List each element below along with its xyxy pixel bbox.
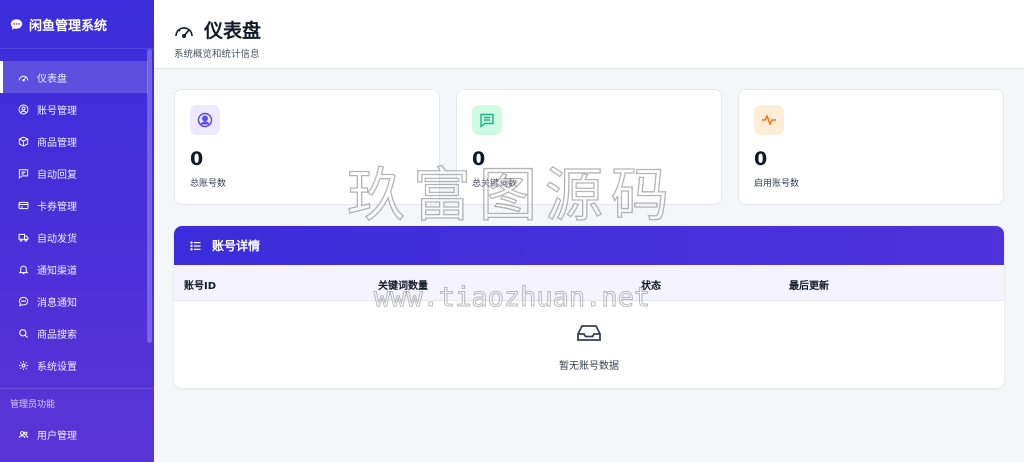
stat-card-keywords: 0 总关键词数 xyxy=(456,89,722,205)
gauge-icon xyxy=(175,26,193,38)
sidebar-item-users[interactable]: 用户管理 xyxy=(0,418,148,450)
box-icon xyxy=(18,135,29,147)
sidebar-nav: 仪表盘 账号管理 商品管理 自动回复 卡券管理 自动发货 通知渠道 消息通知 商… xyxy=(0,49,154,450)
sidebar-item-label: 用户管理 xyxy=(37,430,77,442)
sidebar: 闲鱼管理系统 仪表盘 账号管理 商品管理 自动回复 卡券管理 自动发货 通知渠道… xyxy=(0,0,154,462)
panel-title: 账号详情 xyxy=(212,239,261,253)
stat-card-active-accounts: 0 启用账号数 xyxy=(738,89,1004,205)
sidebar-item-auto-delivery[interactable]: 自动发货 xyxy=(0,221,148,253)
page-header: 仪表盘 系统概览和统计信息 xyxy=(154,0,1024,69)
sidebar-item-cards[interactable]: 卡券管理 xyxy=(0,189,148,221)
sidebar-item-label: 仪表盘 xyxy=(37,73,67,85)
column-last-updated[interactable]: 最后更新 xyxy=(789,277,829,292)
sidebar-scrollbar[interactable] xyxy=(147,49,152,343)
gear-icon xyxy=(19,360,28,370)
user-circle-icon xyxy=(197,112,213,128)
sidebar-item-accounts[interactable]: 账号管理 xyxy=(0,93,148,125)
stat-icon-box xyxy=(754,105,784,135)
column-account-id[interactable]: 账号ID xyxy=(184,277,216,292)
stat-value: 0 xyxy=(190,148,204,170)
chat-dots-icon xyxy=(18,296,29,306)
stat-value: 0 xyxy=(754,148,768,170)
chat-icon xyxy=(480,113,494,128)
stat-label: 总账号数 xyxy=(190,179,227,189)
sidebar-item-label: 通知渠道 xyxy=(37,265,77,277)
brand-name: 闲鱼管理系统 xyxy=(29,18,108,34)
account-details-panel: 账号详情 账号ID 关键词数量 状态 最后更新 暂无账号数据 xyxy=(174,226,1004,388)
page-title: 仪表盘 xyxy=(204,20,262,42)
sidebar-item-product-search[interactable]: 商品搜索 xyxy=(0,317,148,349)
stat-label: 启用账号数 xyxy=(754,179,800,189)
stat-card-accounts: 0 总账号数 xyxy=(174,89,440,205)
page-title-row: 仪表盘 xyxy=(174,16,1024,43)
bell-icon xyxy=(18,265,29,274)
message-square-icon xyxy=(18,168,29,179)
sidebar-item-products[interactable]: 商品管理 xyxy=(0,125,148,157)
panel-header: 账号详情 xyxy=(174,226,1004,265)
sidebar-section-admin: 管理员功能 xyxy=(10,400,56,410)
sidebar-item-label: 账号管理 xyxy=(37,105,77,117)
sidebar-item-settings[interactable]: 系统设置 xyxy=(0,349,148,381)
users-icon xyxy=(18,430,29,438)
sidebar-item-label: 商品搜索 xyxy=(37,329,77,341)
list-icon xyxy=(190,240,201,251)
search-icon xyxy=(19,328,28,338)
stat-icon-box xyxy=(472,105,502,135)
chat-bubble-icon xyxy=(10,18,23,30)
sidebar-item-dashboard[interactable]: 仪表盘 xyxy=(0,61,148,93)
pulse-icon xyxy=(762,114,776,126)
stat-value: 0 xyxy=(472,148,486,170)
sidebar-item-auto-reply[interactable]: 自动回复 xyxy=(0,157,148,189)
user-circle-icon xyxy=(18,104,29,114)
stat-icon-box xyxy=(190,105,220,135)
sidebar-item-label: 消息通知 xyxy=(37,297,77,309)
table-header: 账号ID 关键词数量 状态 最后更新 xyxy=(174,265,1004,301)
sidebar-item-label: 自动发货 xyxy=(37,233,77,245)
column-keyword-count[interactable]: 关键词数量 xyxy=(378,277,428,292)
credit-card-icon xyxy=(18,201,29,209)
sidebar-item-message-notify[interactable]: 消息通知 xyxy=(0,285,148,317)
stat-label: 总关键词数 xyxy=(472,179,518,189)
brand[interactable]: 闲鱼管理系统 xyxy=(0,0,154,49)
inbox-icon xyxy=(577,325,601,341)
sidebar-item-label: 系统设置 xyxy=(37,361,77,373)
sidebar-item-label: 卡券管理 xyxy=(37,201,77,213)
sidebar-item-label: 商品管理 xyxy=(37,137,77,149)
empty-state: 暂无账号数据 xyxy=(174,301,1004,372)
column-status[interactable]: 状态 xyxy=(641,277,661,292)
truck-icon xyxy=(18,233,29,242)
sidebar-item-notify-channels[interactable]: 通知渠道 xyxy=(0,253,148,285)
empty-state-text: 暂无账号数据 xyxy=(559,361,619,372)
page-subtitle: 系统概览和统计信息 xyxy=(174,49,260,60)
gauge-icon xyxy=(18,75,29,81)
sidebar-item-label: 自动回复 xyxy=(37,169,77,181)
